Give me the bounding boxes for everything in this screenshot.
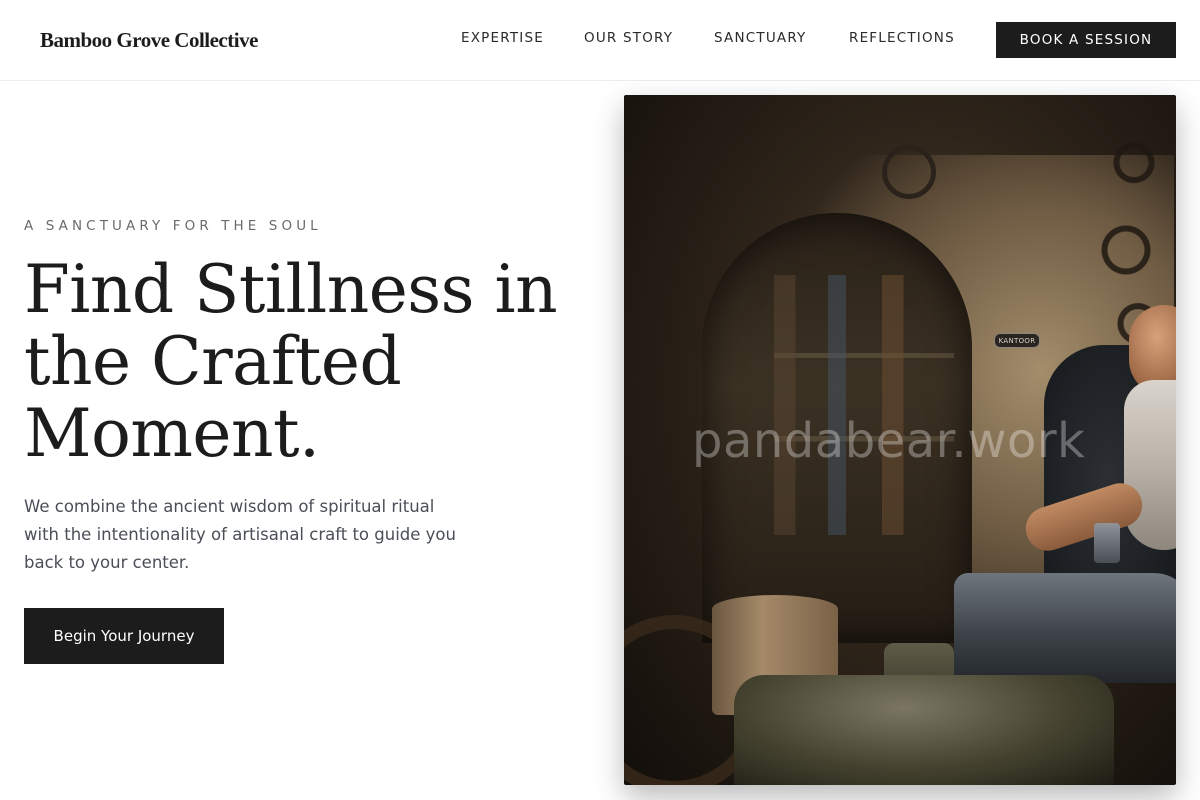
hero-headline-line: the Crafted (24, 323, 402, 400)
begin-journey-button[interactable]: Begin Your Journey (24, 608, 224, 664)
image-watermark: pandabear.work (692, 413, 1086, 469)
workshop-shelves (774, 275, 954, 535)
nav-link-sanctuary[interactable]: SANCTUARY (714, 30, 807, 46)
hero-description: We combine the ancient wisdom of spiritu… (24, 497, 456, 572)
hero-headline: Find Stillness in the Crafted Moment. (24, 254, 584, 470)
hero-photo-blacksmith: KANTOOR pandabear.work (624, 95, 1176, 785)
hero-headline-line: Moment. (24, 395, 320, 472)
hero-eyebrow: A SANCTUARY FOR THE SOUL (24, 218, 322, 234)
hammer (1094, 523, 1120, 563)
site-header: Bamboo Grove Collective EXPERTISE OUR ST… (0, 0, 1200, 81)
nav-link-reflections[interactable]: REFLECTIONS (849, 30, 955, 46)
anvil (954, 573, 1176, 683)
hero-headline-line: Find Stillness in (24, 251, 558, 328)
kantoor-sign: KANTOOR (994, 333, 1040, 348)
bench-vise (734, 675, 1114, 785)
iron-hook (882, 145, 936, 199)
book-session-button[interactable]: BOOK A SESSION (996, 22, 1176, 58)
nav-link-expertise[interactable]: EXPERTISE (461, 30, 544, 46)
nav-link-our-story[interactable]: OUR STORY (584, 30, 673, 46)
site-logo[interactable]: Bamboo Grove Collective (40, 28, 258, 53)
blacksmith-beard (1124, 380, 1176, 550)
